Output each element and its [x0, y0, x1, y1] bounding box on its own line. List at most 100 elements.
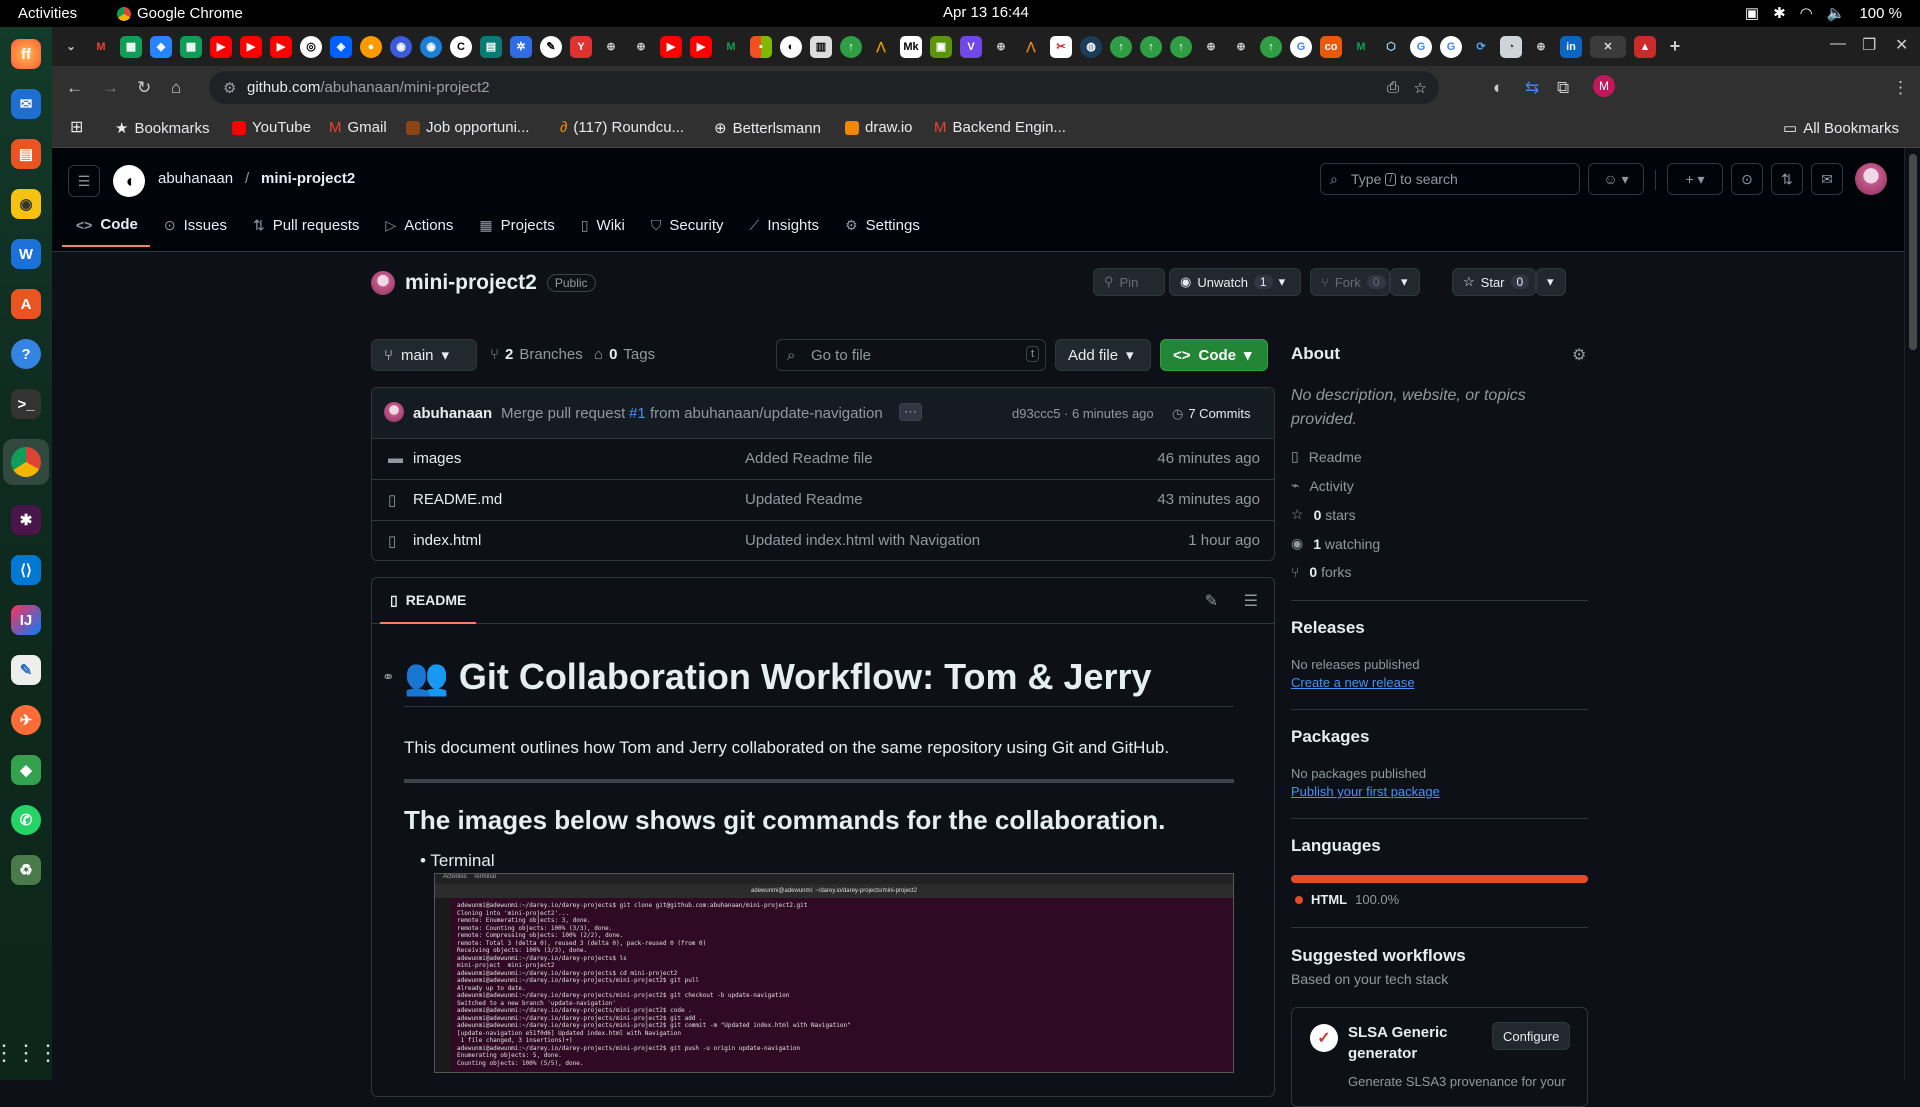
vscode-icon[interactable]: ⟨⟩	[11, 555, 41, 585]
go-to-file-input[interactable]: ⌕ Go to file t	[776, 339, 1046, 371]
tab-youtube-1[interactable]: ▶	[210, 35, 232, 58]
bookmark-backend[interactable]: M Backend Engin...	[934, 119, 1066, 136]
tab-settings[interactable]: ⚙ Settings	[831, 208, 932, 247]
create-release-link[interactable]: Create a new release	[1291, 675, 1415, 690]
star-dropdown[interactable]: ▾	[1536, 268, 1566, 296]
tab-dark[interactable]: ◍	[1080, 35, 1102, 58]
tab-dropbox[interactable]: ◈	[330, 35, 352, 58]
tab-blue-2[interactable]: ◉	[420, 35, 442, 58]
unwatch-button[interactable]: ◉ Unwatch 1 ▾	[1169, 268, 1301, 296]
outline-list-icon[interactable]: ☰	[1244, 591, 1258, 611]
rhythmbox-icon[interactable]: ◉	[11, 189, 41, 219]
tab-green-6[interactable]: ↑	[1260, 35, 1282, 58]
tab-white[interactable]: ✎	[540, 35, 562, 58]
hamburger-menu-button[interactable]: ☰	[68, 165, 100, 197]
about-stars-link[interactable]: ☆ 0 stars	[1291, 506, 1356, 523]
all-bookmarks[interactable]: ▭ All Bookmarks	[1783, 119, 1899, 138]
issues-icon[interactable]: ⊙	[1731, 163, 1763, 195]
inbox-icon[interactable]: ✉	[1811, 163, 1843, 195]
chrome-dock-icon[interactable]	[3, 439, 49, 485]
tab-youtube-2[interactable]: ▶	[240, 35, 262, 58]
tab-green-3[interactable]: ↑	[1110, 35, 1132, 58]
commit-message-tail[interactable]: from abuhanaan/update-navigation	[650, 405, 883, 422]
tab-wiki[interactable]: ▯ Wiki	[567, 208, 637, 247]
tab-docs[interactable]: ▤	[480, 35, 502, 58]
tab-orange[interactable]: ●	[360, 35, 382, 58]
table-row[interactable]: ▬ images Added Readme file 46 minutes ag…	[372, 439, 1274, 480]
tab-youtube-5[interactable]: ▶	[690, 35, 712, 58]
commit-author-avatar[interactable]	[384, 402, 404, 422]
add-file-button[interactable]: Add file ▾	[1055, 339, 1151, 371]
tab-projects[interactable]: ▦ Projects	[465, 208, 566, 247]
tab-cube[interactable]: ⬡	[1380, 36, 1402, 58]
table-row[interactable]: ▯ README.md Updated Readme 43 minutes ag…	[372, 480, 1274, 521]
writer-icon[interactable]: W	[11, 239, 41, 269]
thunderbird-icon[interactable]: ✉	[11, 89, 41, 119]
commit-message[interactable]: Merge pull request	[501, 405, 625, 422]
releases-heading[interactable]: Releases	[1291, 618, 1365, 638]
tab-green-4[interactable]: ↑	[1140, 35, 1162, 58]
about-settings-gear-icon[interactable]: ⚙	[1572, 345, 1586, 365]
clock[interactable]: Apr 13 16:44	[943, 4, 1029, 21]
tab-code[interactable]: <> Code	[62, 208, 150, 247]
star-button[interactable]: ☆ Star 0	[1452, 268, 1536, 296]
install-app-icon[interactable]: ⎙	[1387, 79, 1399, 96]
postman-icon[interactable]: ✈	[11, 705, 41, 735]
bookmark-roundcube[interactable]: ∂ (117) Roundcu...	[560, 119, 684, 136]
tab-blue-circle[interactable]: ◉	[390, 35, 412, 58]
file-commit-message[interactable]: Updated Readme	[745, 491, 863, 508]
tab-google-2[interactable]: G	[1410, 35, 1432, 58]
file-name[interactable]: README.md	[413, 491, 502, 508]
tab-linkedin[interactable]: in	[1560, 35, 1582, 58]
about-watching-link[interactable]: ◉ 1 watching	[1291, 535, 1380, 552]
tab-list-icon[interactable]: ⌄	[60, 36, 82, 58]
forward-button[interactable]: →	[102, 78, 119, 98]
tab-google-3[interactable]: G	[1440, 35, 1462, 58]
tab-vite[interactable]: V	[960, 35, 982, 58]
tab-youtube-4[interactable]: ▶	[660, 35, 682, 58]
system-tray[interactable]: ▣ ✱ ◠ 🔈 100 %	[1745, 4, 1902, 23]
tab-jira[interactable]: ◆	[150, 35, 172, 58]
branch-select[interactable]: ⑂ main ▾	[371, 339, 477, 371]
terminal-icon[interactable]: >_	[11, 389, 41, 419]
tab-medium-ish[interactable]: ⋀	[870, 36, 892, 58]
tab-globe-6[interactable]: ⊕	[1530, 36, 1552, 58]
tab-aws[interactable]: ⋀	[1020, 36, 1042, 58]
slack-icon[interactable]: ✱	[11, 505, 41, 535]
tab-globe-1[interactable]: ⊕	[600, 36, 622, 58]
tab-pull-requests[interactable]: ⇅ Pull requests	[239, 208, 371, 247]
file-commit-message[interactable]: Updated index.html with Navigation	[745, 532, 980, 549]
software-icon[interactable]: A	[11, 289, 41, 319]
tab-y[interactable]: Y	[570, 35, 592, 58]
create-new-button[interactable]: + ▾	[1667, 163, 1723, 195]
pull-requests-icon[interactable]: ⇅	[1771, 163, 1803, 195]
readme-tab[interactable]: ▯ README	[380, 578, 477, 624]
tab-github[interactable]: ◐	[780, 35, 802, 58]
tab-globe-5[interactable]: ⊕	[1230, 36, 1252, 58]
bookmark-drawio[interactable]: draw.io	[845, 119, 913, 136]
terminal-screenshot-image[interactable]: Activities Terminal adewunmi@adewunmi: ~…	[434, 873, 1234, 1073]
menu-icon[interactable]: ⋮	[1892, 78, 1909, 98]
repo-title[interactable]: mini-project2	[405, 271, 537, 295]
tags-link[interactable]: ⌂ 0 Tags	[594, 346, 655, 363]
packages-heading[interactable]: Packages	[1291, 727, 1369, 747]
profile-avatar[interactable]: M	[1593, 75, 1615, 97]
show-apps-icon[interactable]: ⋮⋮⋮	[0, 1040, 59, 1066]
tab-green-2[interactable]: ▣	[930, 35, 952, 58]
site-info-icon[interactable]: ⚙	[223, 79, 236, 97]
tab-k8s[interactable]: ✲	[510, 35, 532, 58]
scrollbar-thumb[interactable]	[1909, 154, 1917, 350]
commit-expand-button[interactable]: ⋯	[899, 403, 922, 421]
new-tab-button[interactable]: +	[1664, 36, 1686, 58]
language-bar[interactable]	[1291, 875, 1588, 883]
tab-tools[interactable]: ✂	[1050, 35, 1072, 58]
tab-issues[interactable]: ⊙ Issues	[150, 208, 239, 247]
extensions-icon[interactable]: ⧉	[1557, 78, 1569, 98]
user-avatar[interactable]	[1855, 163, 1887, 195]
tab-gmail-2[interactable]: M	[720, 36, 742, 58]
breadcrumb-repo[interactable]: mini-project2	[261, 170, 355, 187]
back-button[interactable]: ←	[66, 78, 83, 98]
about-forks-link[interactable]: ⑂ 0 forks	[1291, 564, 1351, 580]
whatsapp-icon[interactable]: ✆	[11, 805, 41, 835]
bookmark-bookmarks[interactable]: ★ Bookmarks	[115, 119, 209, 138]
